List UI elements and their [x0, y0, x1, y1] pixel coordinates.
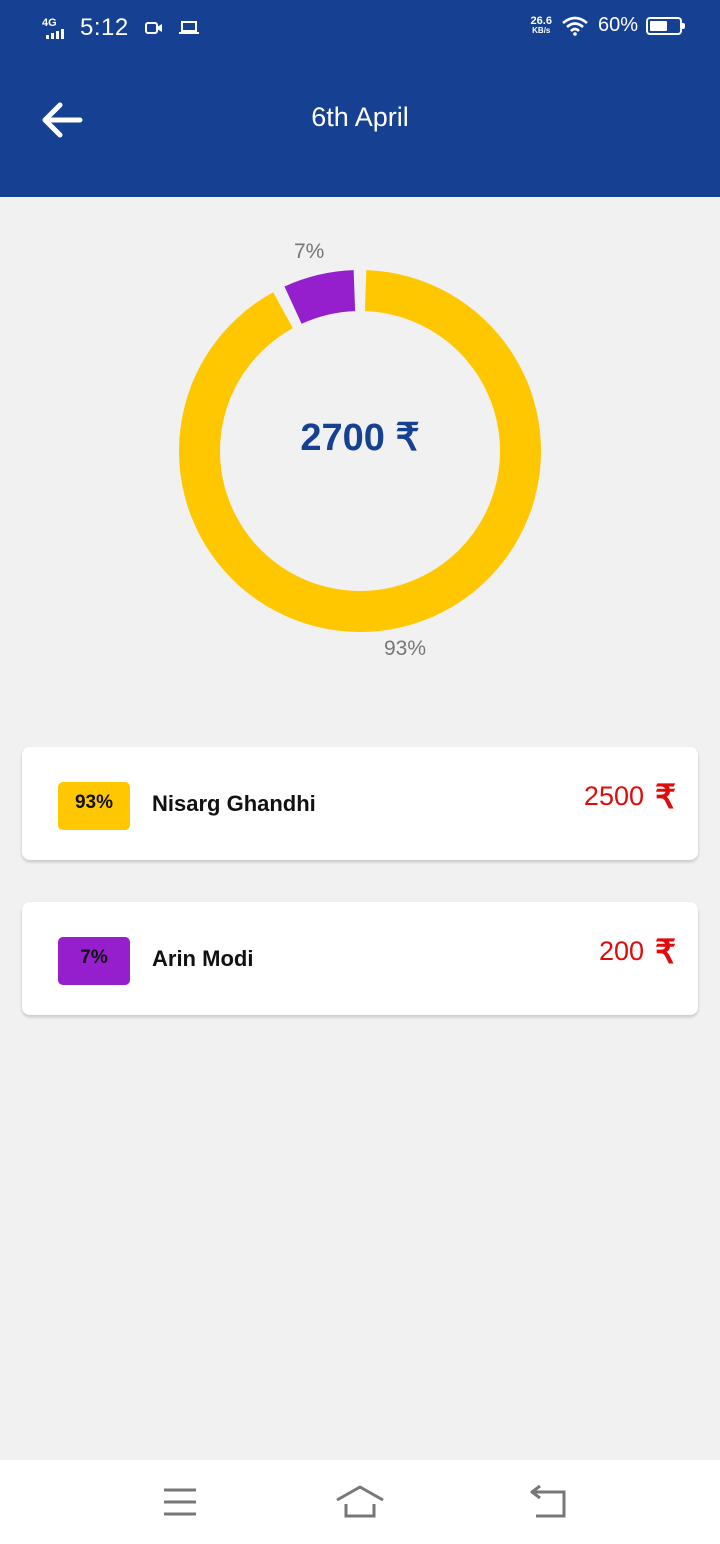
app-header: 4G 5:12 26.6 KB/s 60% 6th April: [0, 0, 720, 197]
status-time: 5:12: [80, 14, 129, 41]
network-type: 4G: [42, 17, 57, 29]
person-name: Nisarg Ghandhi: [152, 791, 316, 816]
amount-value: 200: [598, 936, 644, 966]
laptop-icon: [178, 21, 199, 34]
percent-badge: 7%: [58, 937, 130, 985]
list-item-arin-modi[interactable]: 7% Arin Modi 200 ₹: [22, 902, 698, 1015]
amount-value: 2500: [583, 781, 644, 811]
slice-label-nisarg-ghandhi: 93%: [384, 637, 427, 660]
status-bar: 4G 5:12 26.6 KB/s 60%: [0, 0, 720, 58]
system-nav-bar: [0, 1460, 720, 1544]
total-value: 2700: [300, 417, 385, 459]
wifi-icon: [562, 16, 588, 36]
return-button[interactable]: [518, 1482, 578, 1522]
list-item-nisarg-ghandhi[interactable]: 93% Nisarg Ghandhi 2500 ₹: [22, 747, 698, 860]
menu-icon: [164, 1488, 196, 1516]
total-amount: 2700 ₹: [0, 415, 720, 460]
total-currency: ₹: [395, 417, 420, 459]
menu-button[interactable]: [150, 1482, 210, 1522]
return-icon: [530, 1484, 566, 1518]
rupee-icon: ₹: [655, 933, 676, 970]
home-button[interactable]: [330, 1482, 390, 1522]
rupee-icon: ₹: [655, 778, 676, 815]
percent-badge: 93%: [58, 782, 130, 830]
page-title: 6th April: [311, 102, 409, 132]
home-icon: [336, 1485, 384, 1518]
slice-label-arin-modi: 7%: [294, 240, 325, 263]
battery-icon: [646, 16, 685, 35]
battery-percent: 60%: [597, 14, 638, 36]
network-speed: 26.6 KB/s: [530, 14, 552, 35]
video-call-icon: [144, 22, 162, 34]
signal-icon: 4G: [42, 15, 74, 41]
donut-chart: 2700 ₹ 7% 93%: [0, 197, 720, 697]
person-name: Arin Modi: [152, 946, 254, 971]
donut-slice-arin-modi: [284, 270, 356, 324]
